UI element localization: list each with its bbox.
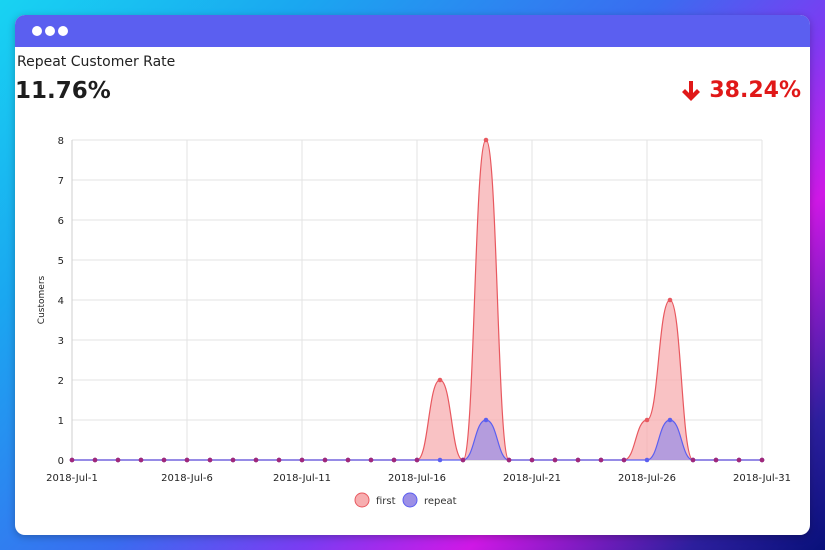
data-point-overlap — [322, 457, 328, 463]
y-tick-label: 1 — [58, 416, 64, 427]
data-point-overlap — [69, 457, 75, 463]
data-point-overlap — [299, 457, 305, 463]
data-point-overlap — [552, 457, 558, 463]
data-point-repeat — [483, 417, 489, 423]
data-point-overlap — [368, 457, 374, 463]
data-point-overlap — [414, 457, 420, 463]
x-tick-label: 2018-Jul-6 — [161, 473, 213, 484]
customers-area-chart: 0 1 2 3 4 5 6 7 8 2018-Jul-1 2018-Jul-6 2018-Jul-11… — [37, 136, 791, 508]
data-point-overlap — [736, 457, 742, 463]
y-tick-label: 7 — [58, 176, 64, 187]
data-point-overlap — [598, 457, 604, 463]
y-tick-label: 3 — [58, 336, 64, 347]
y-tick-label: 6 — [58, 216, 64, 227]
data-point-overlap — [621, 457, 627, 463]
data-point-overlap — [230, 457, 236, 463]
data-point-overlap — [253, 457, 259, 463]
data-point-repeat — [644, 457, 650, 463]
data-point-overlap — [115, 457, 121, 463]
chart-legend: first repeat — [354, 492, 457, 508]
data-point-overlap — [713, 457, 719, 463]
x-tick-label: 2018-Jul-26 — [618, 473, 676, 484]
data-point-overlap — [391, 457, 397, 463]
legend-swatch-first — [354, 492, 370, 508]
data-point-overlap — [207, 457, 213, 463]
x-tick-label: 2018-Jul-11 — [273, 473, 331, 484]
y-axis-title: Customers — [37, 275, 47, 324]
data-point-overlap — [276, 457, 282, 463]
y-tick-label: 5 — [58, 256, 64, 267]
data-point-overlap — [529, 457, 535, 463]
data-point-first — [437, 377, 443, 383]
data-point-overlap — [184, 457, 190, 463]
data-point-overlap — [345, 457, 351, 463]
legend-label-first: first — [376, 496, 396, 507]
legend-label-repeat: repeat — [424, 496, 457, 507]
y-tick-label: 0 — [58, 456, 64, 467]
data-point-first — [644, 417, 650, 423]
data-point-overlap — [460, 457, 466, 463]
x-tick-label: 2018-Jul-16 — [388, 473, 446, 484]
data-point-overlap — [690, 457, 696, 463]
data-point-repeat — [667, 417, 673, 423]
data-point-repeat — [437, 457, 443, 463]
data-point-overlap — [92, 457, 98, 463]
x-tick-label: 2018-Jul-1 — [46, 473, 98, 484]
data-point-first — [667, 297, 673, 303]
y-tick-label: 8 — [58, 136, 64, 147]
x-tick-label: 2018-Jul-21 — [503, 473, 561, 484]
y-tick-label: 2 — [58, 376, 64, 387]
data-point-overlap — [759, 457, 765, 463]
data-point-overlap — [506, 457, 512, 463]
x-tick-label: 2018-Jul-31 — [733, 473, 791, 484]
y-tick-label: 4 — [58, 296, 64, 307]
data-point-overlap — [161, 457, 167, 463]
data-point-overlap — [138, 457, 144, 463]
data-point-overlap — [575, 457, 581, 463]
data-point-first — [483, 137, 489, 143]
legend-swatch-repeat — [402, 492, 418, 508]
